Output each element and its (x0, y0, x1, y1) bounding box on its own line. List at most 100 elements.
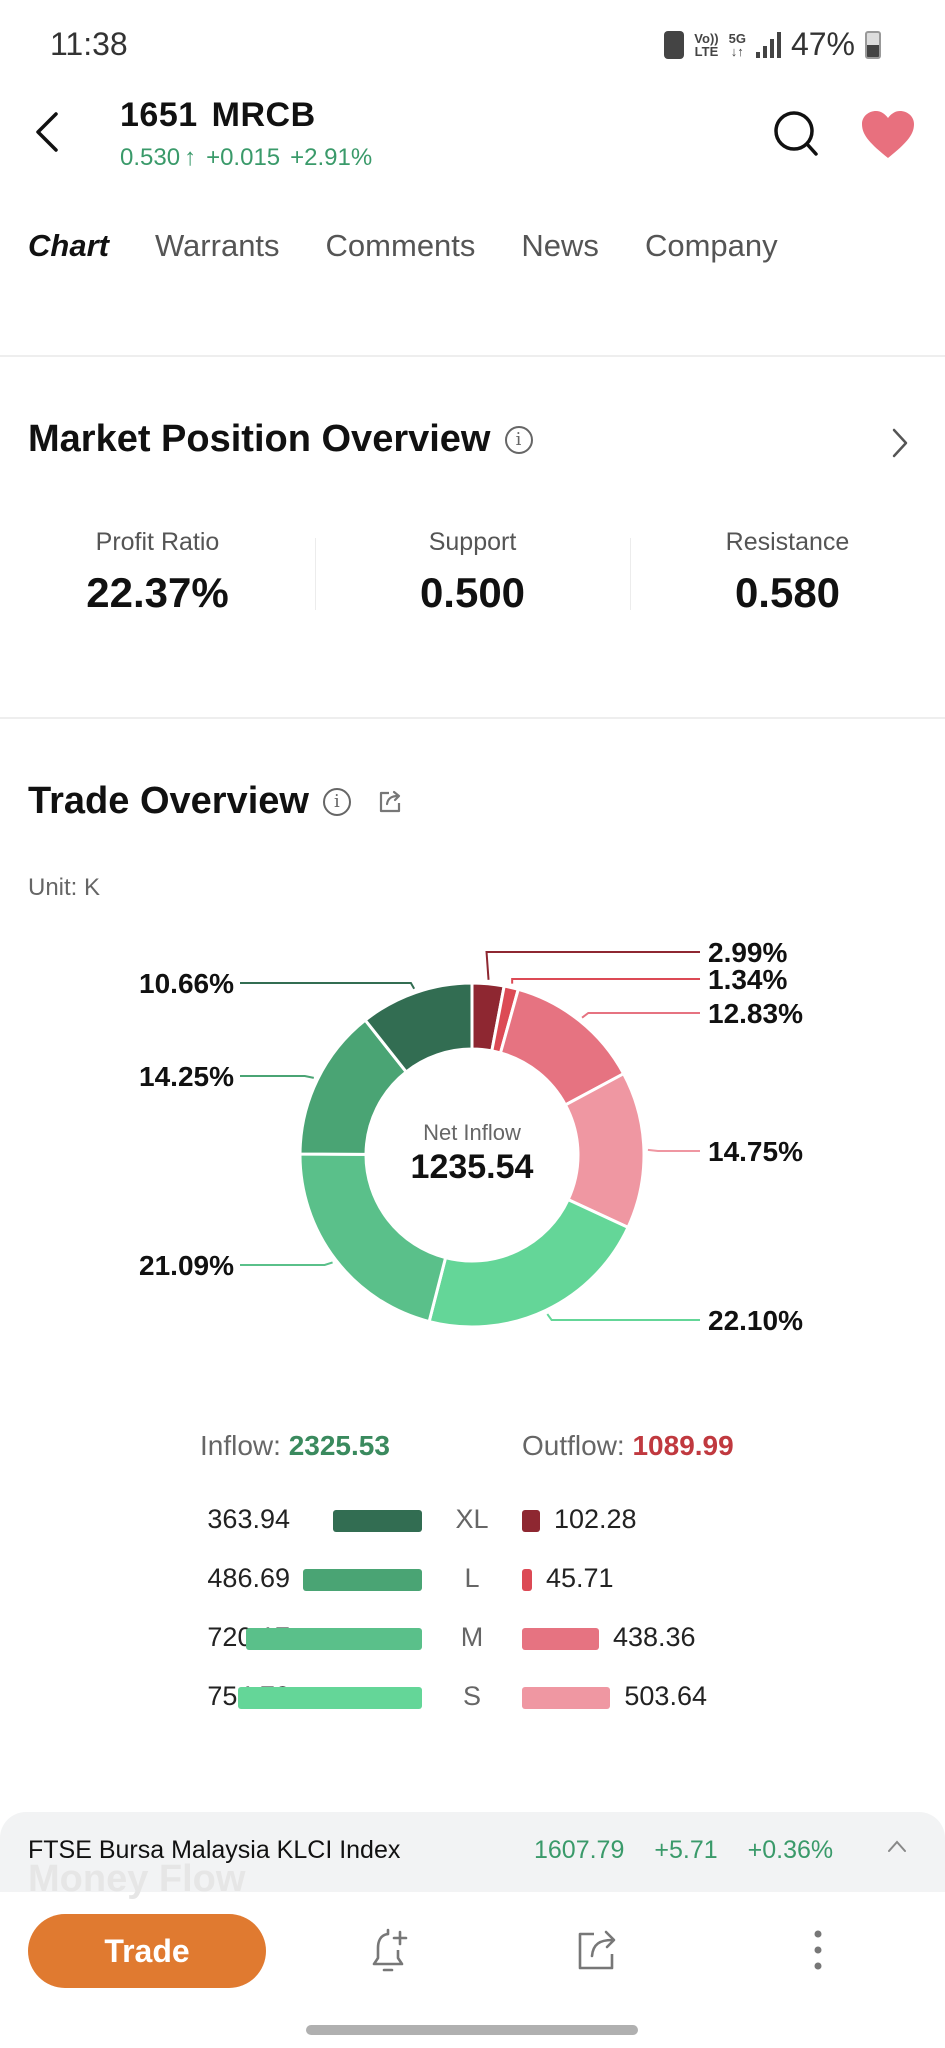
inflow-summary: Inflow: 2325.53 (200, 1430, 390, 1462)
metric-support: Support 0.500 (315, 528, 630, 617)
metric-value: 0.580 (734, 569, 841, 616)
unit-label: Unit: K (28, 874, 101, 901)
outflow-value: 438.36 (612, 1622, 696, 1652)
trade-overview-header: Trade Overview i (28, 780, 403, 823)
size-category: L (464, 1563, 480, 1593)
size-category: S (462, 1681, 481, 1711)
outflow-bar (522, 1628, 599, 1650)
divider (0, 717, 945, 719)
inflow-label: Inflow: (200, 1430, 281, 1461)
outflow-value: 102.28 (553, 1504, 637, 1534)
search-button[interactable] (770, 108, 822, 160)
index-change-pct: +0.36% (747, 1836, 834, 1864)
trade-button[interactable]: Trade (28, 1914, 266, 1988)
flow-row-xl: 363.94 XL 102.28 (0, 1500, 945, 1540)
leader-line (546, 1313, 700, 1321)
metric-value: 22.37% (86, 569, 229, 616)
inflow-bar (333, 1510, 422, 1532)
outflow-total: 1089.99 (632, 1430, 734, 1461)
donut-label: 14.75% (708, 1136, 803, 1167)
metric-label: Resistance (725, 528, 850, 556)
index-name: FTSE Bursa Malaysia KLCI Index (28, 1836, 401, 1864)
outflow-bar (522, 1510, 540, 1532)
donut-label: 21.09% (139, 1250, 234, 1281)
heart-icon (862, 111, 914, 158)
info-icon[interactable]: i (322, 787, 351, 816)
tab-chart[interactable]: Chart (26, 228, 109, 268)
chevron-up-icon[interactable] (886, 1830, 908, 1861)
eco-battery-icon (664, 30, 685, 59)
share-icon (578, 1930, 616, 1970)
share-icon[interactable] (377, 789, 403, 815)
donut-slice-inflow-s[interactable] (427, 1197, 631, 1329)
add-alert-button[interactable] (366, 1926, 414, 1979)
tab-warrants[interactable]: Warrants (155, 228, 280, 264)
metric-value: 0.500 (419, 569, 526, 616)
leader-line (647, 1148, 700, 1152)
tab-comments[interactable]: Comments (326, 228, 476, 264)
chevron-left-icon (36, 112, 58, 152)
price-up-arrow-icon: ↑ (184, 144, 197, 171)
status-time: 11:38 (50, 26, 128, 62)
home-indicator[interactable] (306, 2025, 638, 2035)
status-bar-right: Vo)) LTE 5G ↓↑ 47% (664, 26, 881, 63)
more-vertical-icon (814, 1930, 822, 1970)
donut-label: 14.25% (139, 1061, 234, 1092)
donut-center-value: 1235.54 (410, 1148, 534, 1186)
index-values: 1607.79 +5.71 +0.36% (534, 1836, 833, 1865)
donut-label: 12.83% (708, 998, 803, 1029)
outflow-value: 503.64 (624, 1681, 707, 1711)
leader-line (240, 982, 416, 990)
tab-bar: Chart Warrants Comments News Company (26, 228, 778, 268)
stock-title: 1651 MRCB (120, 96, 330, 135)
stock-quote: 0.530 ↑ +0.015 +2.91% (120, 144, 372, 172)
tab-news[interactable]: News (521, 228, 599, 264)
inflow-total: 2325.53 (288, 1430, 390, 1461)
share-button[interactable] (574, 1926, 622, 1979)
outflow-summary: Outflow: 1089.99 (522, 1430, 734, 1462)
outflow-bar (522, 1569, 532, 1591)
inflow-value: 486.69 (207, 1563, 290, 1593)
stock-price: 0.530 (120, 144, 181, 171)
index-value: 1607.79 (534, 1836, 625, 1864)
flow-row-l: 486.69 L 45.71 (0, 1559, 945, 1599)
info-icon[interactable]: i (504, 425, 533, 454)
tab-company[interactable]: Company (645, 228, 778, 264)
metric-label: Support (428, 528, 517, 556)
battery-icon (865, 30, 881, 59)
favorite-button[interactable] (860, 110, 916, 160)
search-icon (774, 111, 818, 156)
leader-line (485, 951, 700, 980)
back-button[interactable] (28, 108, 68, 156)
index-change: +5.71 (654, 1836, 718, 1864)
leader-line (240, 1075, 315, 1079)
donut-label: 10.66% (139, 968, 234, 999)
market-position-title: Market Position Overview (28, 418, 491, 460)
price-change-pct: +2.91% (290, 144, 373, 171)
donut-center-label: Net Inflow (423, 1120, 521, 1145)
donut-label: 1.34% (708, 964, 787, 995)
size-category: XL (455, 1504, 489, 1534)
volte-icon: Vo)) LTE (694, 30, 719, 59)
market-metrics: Profit Ratio 22.37% Support 0.500 Resist… (0, 528, 945, 617)
donut-label: 22.10% (708, 1305, 803, 1336)
stock-name: MRCB (211, 96, 316, 134)
inflow-bar (303, 1569, 422, 1591)
chevron-right-icon[interactable] (890, 426, 910, 469)
leader-line (511, 978, 700, 984)
market-position-header[interactable]: Market Position Overview i (28, 418, 533, 461)
signal-icon (755, 31, 781, 58)
inflow-bar (238, 1687, 422, 1709)
leader-line (240, 1261, 333, 1266)
outflow-bar (522, 1687, 611, 1709)
trade-overview-title: Trade Overview (28, 780, 309, 822)
outflow-label: Outflow: (522, 1430, 625, 1461)
inflow-value: 363.94 (207, 1504, 290, 1534)
bell-plus-icon (372, 1928, 408, 1972)
metric-resistance: Resistance 0.580 (630, 528, 945, 617)
flow-row-s: 754.73S503.64 (0, 1677, 945, 1717)
metric-label: Profit Ratio (95, 528, 220, 556)
stock-code: 1651 (120, 96, 198, 134)
more-button[interactable] (794, 1926, 842, 1979)
flow-row-m: 720.17M438.36 (0, 1618, 945, 1658)
